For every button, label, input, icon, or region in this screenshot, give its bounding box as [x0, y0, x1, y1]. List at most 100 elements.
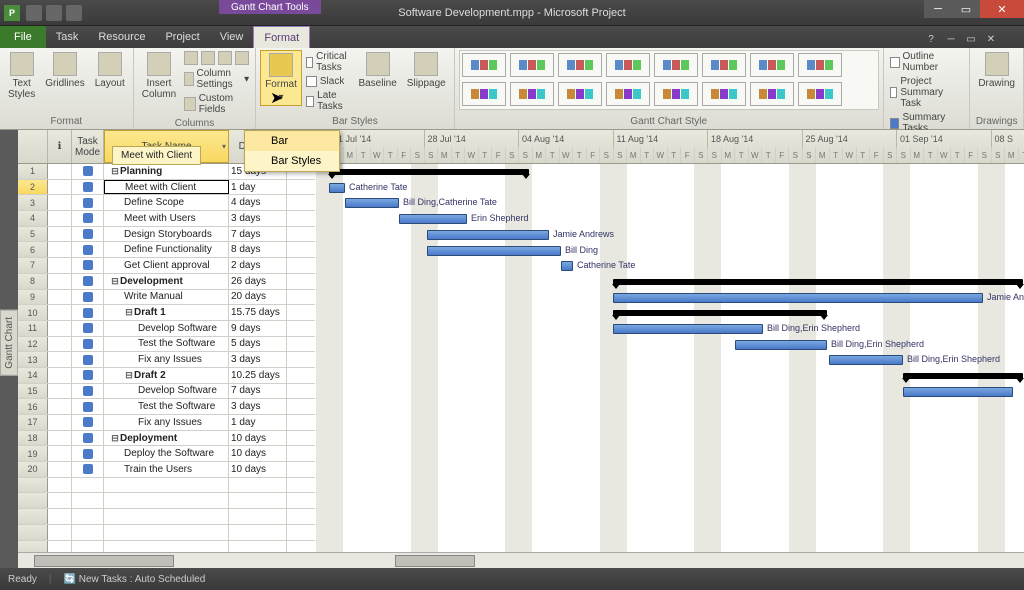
row-header[interactable]: 17: [18, 415, 48, 430]
style-swatch[interactable]: [558, 82, 602, 106]
table-row[interactable]: 13Fix any Issues3 days: [18, 352, 315, 368]
expand-icon[interactable]: ⊟: [110, 276, 120, 287]
row-header[interactable]: 5: [18, 227, 48, 242]
help-icon[interactable]: ?: [922, 34, 940, 48]
chart-hscroll[interactable]: [315, 552, 1024, 568]
mode-cell[interactable]: [72, 164, 104, 179]
tab-view[interactable]: View: [210, 26, 254, 48]
row-header[interactable]: 14: [18, 368, 48, 383]
taskname-cell[interactable]: Meet with Client: [104, 180, 229, 195]
mode-cell[interactable]: [72, 227, 104, 242]
style-swatch[interactable]: [798, 53, 842, 77]
table-row[interactable]: 5Design Storyboards7 days: [18, 227, 315, 243]
style-swatch[interactable]: [462, 53, 506, 77]
baseline-button[interactable]: Baseline: [354, 50, 400, 91]
duration-cell[interactable]: 7 days: [229, 227, 287, 242]
mode-cell[interactable]: [72, 290, 104, 305]
table-row[interactable]: 10⊟Draft 115.75 days: [18, 305, 315, 321]
taskname-cell[interactable]: Meet with Users: [104, 211, 229, 226]
duration-cell[interactable]: 20 days: [229, 290, 287, 305]
duration-cell[interactable]: 10 days: [229, 446, 287, 461]
summary-bar[interactable]: [613, 310, 827, 316]
duration-cell[interactable]: 4 days: [229, 195, 287, 210]
mode-cell[interactable]: [72, 258, 104, 273]
task-bar[interactable]: [329, 183, 345, 193]
col-mode[interactable]: Task Mode: [72, 130, 104, 163]
mode-cell[interactable]: [72, 431, 104, 446]
mode-cell[interactable]: [72, 305, 104, 320]
row-header[interactable]: 18: [18, 431, 48, 446]
outline-number-check[interactable]: Outline Number: [888, 50, 966, 74]
style-swatch[interactable]: [702, 82, 746, 106]
col-info[interactable]: ℹ: [48, 130, 72, 163]
taskname-cell[interactable]: Deploy the Software: [104, 446, 229, 461]
mode-cell[interactable]: [72, 352, 104, 367]
style-swatch[interactable]: [750, 53, 794, 77]
taskname-cell[interactable]: Define Scope: [104, 195, 229, 210]
maximize-button[interactable]: ▭: [952, 0, 980, 18]
style-swatch[interactable]: [750, 82, 794, 106]
mode-cell[interactable]: [72, 399, 104, 414]
taskname-cell[interactable]: ⊟Planning: [104, 164, 229, 179]
table-row[interactable]: 16Test the Software3 days: [18, 399, 315, 415]
slack-check[interactable]: Slack: [304, 75, 353, 88]
table-row[interactable]: 3Define Scope4 days: [18, 195, 315, 211]
duration-cell[interactable]: 10 days: [229, 431, 287, 446]
table-row[interactable]: 9Write Manual20 days: [18, 290, 315, 306]
duration-cell[interactable]: 3 days: [229, 399, 287, 414]
style-swatch[interactable]: [606, 53, 650, 77]
taskname-cell[interactable]: Define Functionality: [104, 242, 229, 257]
style-swatch[interactable]: [606, 82, 650, 106]
duration-cell[interactable]: 9 days: [229, 321, 287, 336]
table-row[interactable]: 2 Meet with Client1 day: [18, 180, 315, 196]
taskname-cell[interactable]: Write Manual: [104, 290, 229, 305]
summary-bar[interactable]: [903, 373, 1023, 379]
expand-icon[interactable]: ⊟: [124, 370, 134, 381]
style-swatch[interactable]: [510, 82, 554, 106]
row-header[interactable]: 20: [18, 462, 48, 477]
row-header[interactable]: 8: [18, 274, 48, 289]
timeline-header[interactable]: 21 Jul '14SMTWTFS28 Jul '14SMTWTFS04 Aug…: [315, 130, 1024, 164]
summary-bar[interactable]: [613, 279, 1023, 285]
tab-task[interactable]: Task: [46, 26, 89, 48]
duration-cell[interactable]: 5 days: [229, 337, 287, 352]
late-tasks-check[interactable]: Late Tasks: [304, 89, 353, 113]
gridlines-button[interactable]: Gridlines: [41, 50, 88, 91]
table-row[interactable]: 15Develop Software7 days: [18, 384, 315, 400]
duration-cell[interactable]: 7 days: [229, 384, 287, 399]
mode-cell[interactable]: [72, 274, 104, 289]
duration-cell[interactable]: 15.75 days: [229, 305, 287, 320]
row-header[interactable]: 10: [18, 305, 48, 320]
style-gallery[interactable]: [459, 50, 879, 110]
duration-cell[interactable]: 1 day: [229, 180, 287, 195]
row-header[interactable]: 15: [18, 384, 48, 399]
duration-cell[interactable]: 26 days: [229, 274, 287, 289]
view-label[interactable]: Gantt Chart: [0, 310, 18, 376]
qat-redo-icon[interactable]: [66, 5, 82, 21]
row-header[interactable]: 1: [18, 164, 48, 179]
file-tab[interactable]: File: [0, 26, 46, 48]
taskname-cell[interactable]: Fix any Issues: [104, 415, 229, 430]
row-header[interactable]: 2: [18, 180, 48, 195]
text-styles-button[interactable]: Text Styles: [4, 50, 39, 102]
format-dropdown-button[interactable]: Format▾: [260, 50, 302, 106]
row-header[interactable]: [18, 525, 48, 540]
doc-restore-icon[interactable]: ▭: [962, 34, 980, 48]
table-row[interactable]: 14⊟Draft 210.25 days: [18, 368, 315, 384]
drawing-button[interactable]: Drawing: [974, 50, 1019, 91]
style-swatch[interactable]: [462, 82, 506, 106]
table-row[interactable]: 4Meet with Users3 days: [18, 211, 315, 227]
col-rownum[interactable]: [18, 130, 48, 163]
doc-min-icon[interactable]: ─: [942, 34, 960, 48]
table-row[interactable]: 8⊟Development26 days: [18, 274, 315, 290]
mode-cell[interactable]: [72, 321, 104, 336]
table-row[interactable]: [18, 509, 315, 525]
style-swatch[interactable]: [702, 53, 746, 77]
table-hscroll[interactable]: [18, 552, 315, 568]
mode-cell[interactable]: [72, 211, 104, 226]
table-row[interactable]: [18, 541, 315, 553]
wrap-text-icon[interactable]: [235, 51, 249, 65]
row-header[interactable]: [18, 478, 48, 493]
expand-icon[interactable]: ⊟: [110, 166, 120, 177]
duration-cell[interactable]: 8 days: [229, 242, 287, 257]
